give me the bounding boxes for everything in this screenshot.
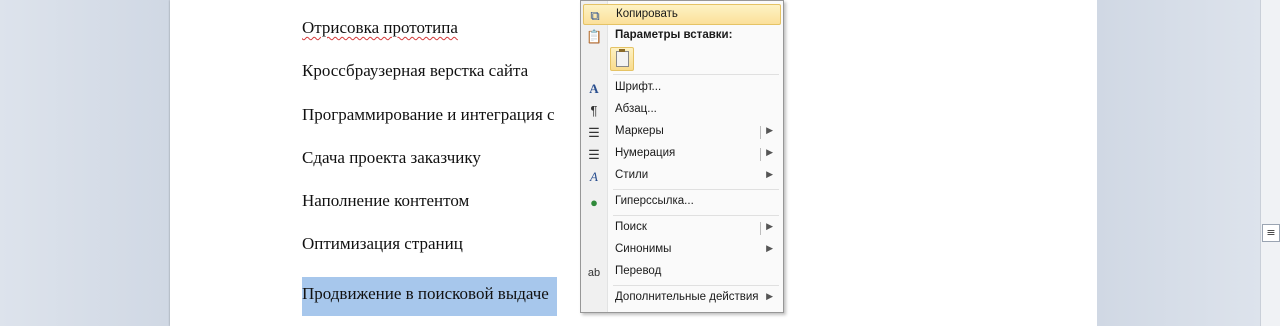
submenu-arrow-icon: ▶	[766, 291, 773, 301]
numbering-icon: ☰	[588, 147, 600, 162]
clipboard-clip-icon	[619, 49, 625, 52]
menu-item-label: Синонимы	[615, 243, 672, 255]
menu-separator	[613, 215, 779, 216]
split-divider	[760, 222, 761, 235]
menu-item-label: Маркеры	[615, 125, 664, 137]
split-divider	[760, 126, 761, 139]
submenu-arrow-icon: ▶	[766, 169, 773, 179]
menu-item-styles[interactable]: A Стили ▶	[583, 166, 781, 187]
submenu-arrow-icon[interactable]: ▶	[766, 147, 773, 158]
doc-line[interactable]: Отрисовка прототипа	[302, 17, 458, 39]
menu-item-translate[interactable]: ab Перевод	[583, 262, 781, 283]
menu-item-label: Абзац...	[615, 103, 657, 115]
globe-link-icon: ●	[590, 195, 598, 210]
submenu-arrow-icon[interactable]: ▶	[766, 125, 773, 136]
vertical-scrollbar[interactable]	[1260, 0, 1280, 326]
doc-line-selected[interactable]: Продвижение в поисковой выдаче	[302, 277, 557, 316]
menu-item-bullets[interactable]: ☰ Маркеры ▶	[583, 122, 781, 143]
menu-item-label: Копировать	[616, 8, 678, 20]
clipboard-icon: 📋	[586, 29, 603, 44]
menu-item-synonyms[interactable]: Синонимы ▶	[583, 240, 781, 261]
paragraph-icon: ¶	[590, 103, 598, 118]
menu-item-label: Шрифт...	[615, 81, 662, 93]
doc-line[interactable]: Кроссбраузерная верстка сайта	[302, 60, 528, 82]
menu-header-paste-options: 📋 Параметры вставки:	[583, 26, 781, 47]
menu-item-search[interactable]: Поиск ▶	[583, 218, 781, 239]
submenu-arrow-icon: ▶	[766, 243, 773, 253]
paste-text-icon	[616, 51, 629, 67]
menu-item-label: Стили	[615, 169, 649, 181]
translate-icon: ab	[587, 267, 601, 279]
doc-line[interactable]: Наполнение контентом	[302, 190, 469, 212]
menu-item-paragraph[interactable]: ¶ Абзац...	[583, 100, 781, 121]
menu-item-hyperlink[interactable]: ● Гиперссылка...	[583, 192, 781, 213]
doc-line[interactable]: Оптимизация страниц	[302, 233, 463, 255]
menu-item-label: Гиперссылка...	[615, 195, 694, 207]
menu-separator	[613, 189, 779, 190]
submenu-arrow-icon[interactable]: ▶	[766, 221, 773, 232]
font-icon: A	[589, 81, 599, 96]
menu-item-label: Поиск	[615, 221, 647, 233]
copy-icon: ⧉	[590, 8, 600, 23]
menu-item-numbering[interactable]: ☰ Нумерация ▶	[583, 144, 781, 165]
split-divider	[760, 148, 761, 161]
doc-line[interactable]: Сдача проекта заказчику	[302, 147, 481, 169]
menu-item-label: Нумерация	[615, 147, 676, 159]
menu-item-font[interactable]: A Шрифт...	[583, 78, 781, 99]
menu-separator	[613, 74, 779, 75]
bullets-icon: ☰	[588, 125, 600, 140]
menu-item-more-actions[interactable]: Дополнительные действия ▶	[583, 288, 781, 309]
menu-item-label: Перевод	[615, 265, 662, 277]
menu-header-label: Параметры вставки:	[615, 29, 733, 41]
paste-keep-text-button[interactable]	[610, 47, 634, 71]
menu-separator	[613, 285, 779, 286]
menu-item-label: Дополнительные действия	[615, 291, 759, 303]
right-gutter	[1097, 0, 1260, 326]
menu-item-copy[interactable]: ⧉ Копировать	[583, 4, 781, 25]
doc-line[interactable]: Программирование и интеграция с	[302, 104, 555, 126]
styles-icon: A	[590, 169, 598, 184]
left-gutter	[0, 0, 170, 326]
ruler-toggle-button[interactable]: ≡	[1262, 224, 1280, 242]
